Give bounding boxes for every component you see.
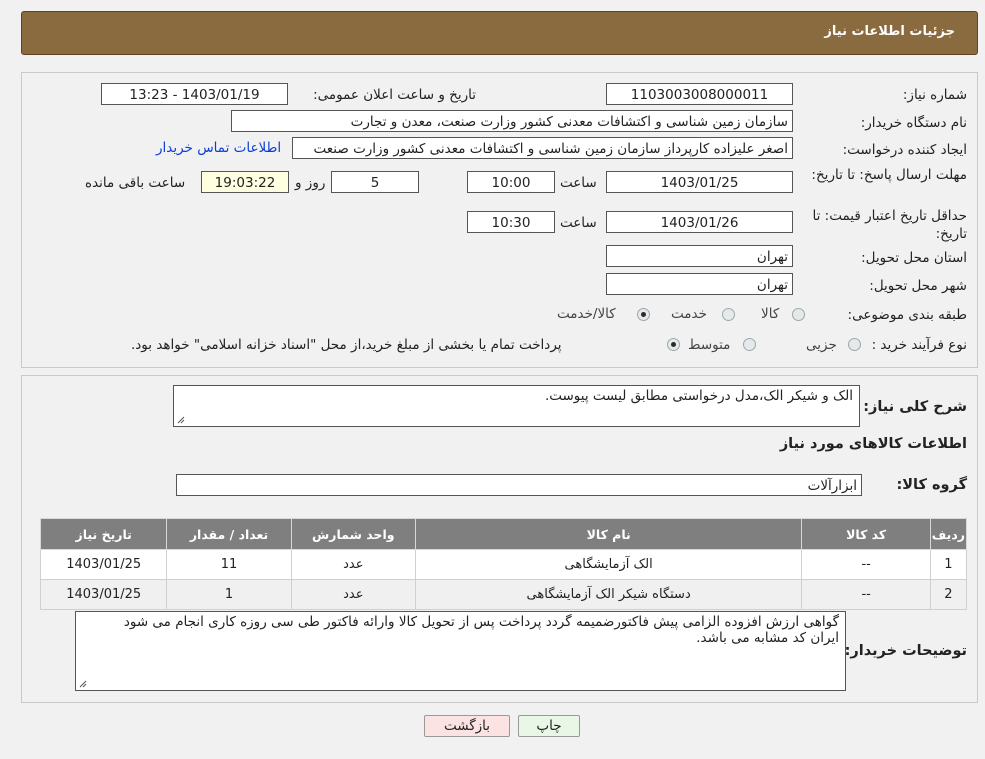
- col-header-item-name: نام کالا: [414, 518, 803, 550]
- table-cell: 1403/01/25: [39, 579, 168, 610]
- table-row: 2 -- دستگاه شیکر الک آزمایشگاهی عدد 1 14…: [39, 579, 968, 610]
- goods-info-title: اطلاعات کالاهای مورد نیاز: [779, 436, 967, 452]
- table-cell: عدد: [290, 579, 416, 610]
- reply-date-field: 1403/01/25: [606, 171, 793, 193]
- reply-time-field: 10:00: [467, 171, 555, 193]
- col-header-need-date: تاریخ نیاز: [39, 518, 168, 550]
- table-row: 1 -- الک آزمایشگاهی عدد 11 1403/01/25: [39, 549, 968, 580]
- table-cell: الک آزمایشگاهی: [414, 549, 803, 580]
- table-cell: 2: [929, 579, 968, 610]
- category-radio-goods-service[interactable]: [637, 308, 650, 321]
- category-radio-goods[interactable]: [792, 308, 805, 321]
- category-radio-service[interactable]: [722, 308, 735, 321]
- page-title: جزئیات اطلاعات نیاز: [824, 24, 955, 39]
- remaining-time-label: ساعت باقی مانده: [85, 175, 186, 191]
- table-cell: 1: [929, 549, 968, 580]
- category-option-goods-service: کالا/خدمت: [557, 306, 616, 322]
- validity-time-label: ساعت: [560, 215, 597, 231]
- treasury-note-radio[interactable]: [667, 338, 680, 351]
- days-remaining-field: 5: [331, 171, 419, 193]
- province-field: تهران: [606, 245, 793, 267]
- page-header: جزئیات اطلاعات نیاز: [21, 11, 978, 55]
- table-cell: --: [801, 549, 931, 580]
- validity-date-field: 1403/01/26: [606, 211, 793, 233]
- table-cell: --: [801, 579, 931, 610]
- validity-time-field: 10:30: [467, 211, 555, 233]
- table-header-row: ردیف کد کالا نام کالا واحد شمارش تعداد /…: [39, 518, 968, 550]
- col-header-quantity: تعداد / مقدار: [166, 518, 292, 550]
- province-label: استان محل تحویل:: [861, 250, 967, 266]
- back-button[interactable]: بازگشت: [424, 715, 510, 737]
- announce-datetime-label: تاریخ و ساعت اعلان عمومی:: [313, 87, 476, 103]
- need-number-label: شماره نیاز:: [902, 87, 967, 103]
- print-button[interactable]: چاپ: [518, 715, 580, 737]
- buyer-notes-line-1: گواهی ارزش افزوده الزامی پیش فاکتورضمیمه…: [123, 614, 839, 630]
- buyer-notes-line-2: ایران کد مشابه می باشد.: [696, 630, 839, 646]
- buyer-contact-link[interactable]: اطلاعات تماس خریدار: [156, 140, 281, 156]
- category-label: طبقه بندی موضوعی:: [847, 307, 967, 323]
- price-validity-label: حداقل تاریخ اعتبار قیمت: تا تاریخ:: [812, 208, 967, 242]
- col-header-row-number: ردیف: [929, 518, 968, 550]
- process-radio-minor[interactable]: [848, 338, 861, 351]
- remaining-time-field: 19:03:22: [201, 171, 289, 193]
- days-label: روز و: [295, 175, 326, 191]
- buyer-org-label: نام دستگاه خریدار:: [860, 115, 967, 131]
- process-option-minor: جزیی: [806, 337, 837, 353]
- table-cell: 1403/01/25: [39, 549, 168, 580]
- table-cell: 1: [166, 579, 292, 610]
- goods-table: ردیف کد کالا نام کالا واحد شمارش تعداد /…: [39, 518, 968, 610]
- need-number-field: 1103003008000011: [606, 83, 793, 105]
- goods-group-field: ابزارآلات: [176, 474, 862, 496]
- category-option-goods: کالا: [761, 306, 780, 322]
- reply-deadline-label: مهلت ارسال پاسخ: تا تاریخ:: [811, 167, 967, 183]
- process-radio-medium[interactable]: [743, 338, 756, 351]
- treasury-payment-note: پرداخت تمام یا بخشی از مبلغ خرید،از محل …: [131, 337, 562, 353]
- reply-time-label: ساعت: [560, 175, 597, 191]
- buyer-notes-textarea[interactable]: گواهی ارزش افزوده الزامی پیش فاکتورضمیمه…: [75, 611, 846, 691]
- description-text: الک و شیکر الک،مدل درخواستی مطابق لیست پ…: [544, 388, 853, 404]
- col-header-item-code: کد کالا: [801, 518, 931, 550]
- city-field: تهران: [606, 273, 793, 295]
- resize-grip-icon: [177, 416, 185, 424]
- resize-grip-icon: [79, 680, 87, 688]
- announce-datetime-field: 1403/01/19 - 13:23: [101, 83, 288, 105]
- goods-group-label: گروه کالا:: [896, 477, 967, 493]
- description-textarea[interactable]: الک و شیکر الک،مدل درخواستی مطابق لیست پ…: [173, 385, 860, 427]
- description-label: شرح کلی نیاز:: [863, 399, 967, 415]
- buyer-org-field: سازمان زمین شناسی و اکتشافات معدنی کشور …: [231, 110, 793, 132]
- process-option-medium: متوسط: [688, 337, 731, 353]
- buyer-notes-label: توضیحات خریدار:: [844, 643, 967, 659]
- creator-label: ایجاد کننده درخواست:: [842, 142, 967, 158]
- category-option-service: خدمت: [671, 306, 707, 322]
- table-cell: دستگاه شیکر الک آزمایشگاهی: [414, 579, 803, 610]
- creator-field: اصغر علیزاده کارپرداز سازمان زمین شناسی …: [292, 137, 793, 159]
- table-cell: 11: [166, 549, 292, 580]
- col-header-unit: واحد شمارش: [290, 518, 416, 550]
- city-label: شهر محل تحویل:: [869, 278, 967, 294]
- table-cell: عدد: [290, 549, 416, 580]
- process-type-label: نوع فرآیند خرید :: [871, 337, 967, 353]
